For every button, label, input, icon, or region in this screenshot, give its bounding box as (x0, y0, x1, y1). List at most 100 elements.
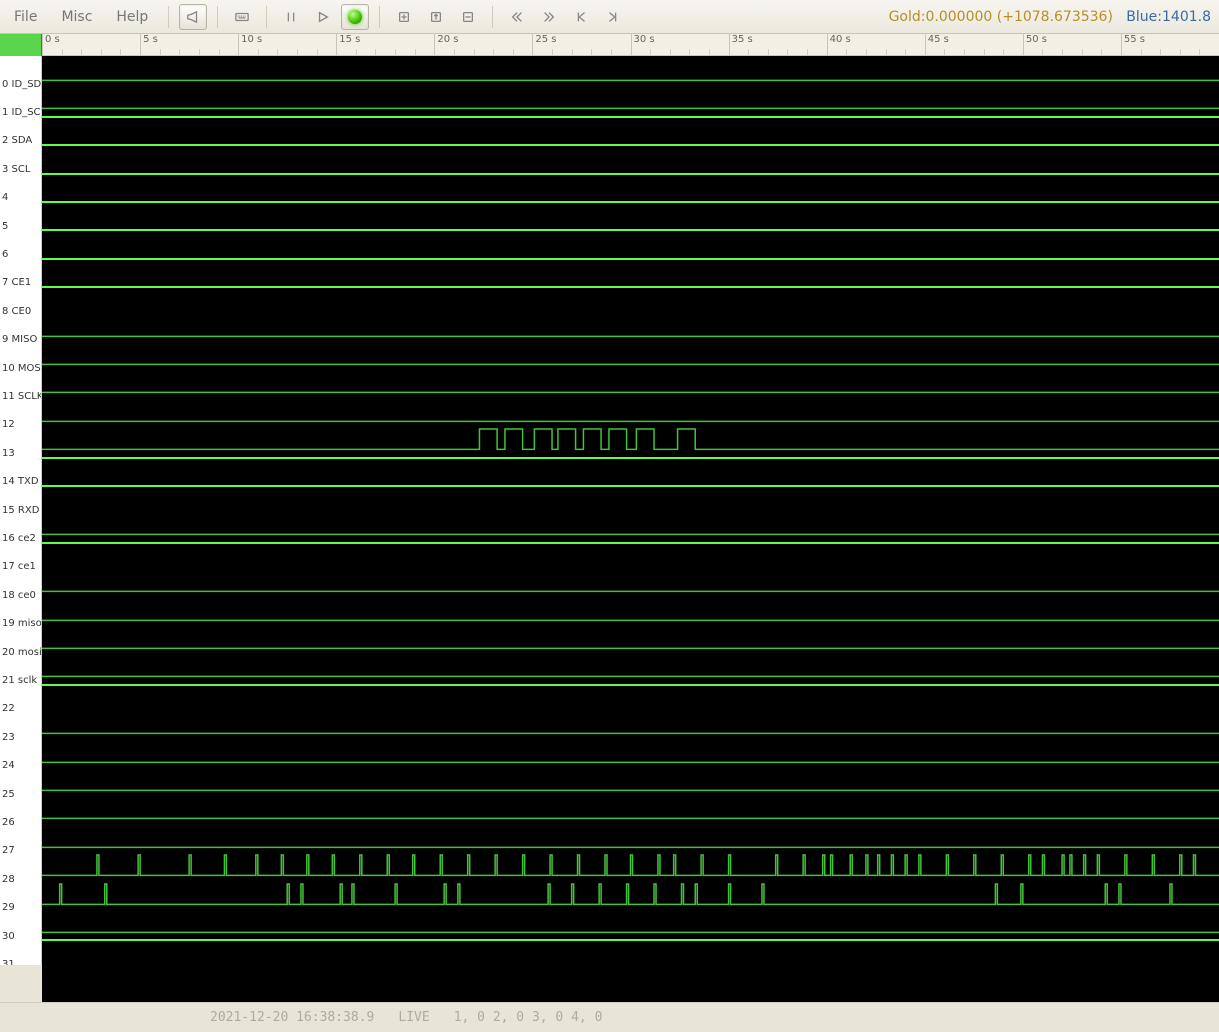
channel-label[interactable]: 12 (0, 411, 17, 439)
waveform-row (42, 652, 1219, 680)
channel-label[interactable]: 14 TXD (0, 468, 41, 496)
blue-label: Blue: (1126, 9, 1162, 25)
waveform-row (42, 510, 1219, 538)
time-ruler[interactable]: 0 s5 s10 s15 s20 s25 s30 s35 s40 s45 s50… (42, 34, 1219, 56)
channel-label[interactable]: 31 (0, 950, 17, 964)
waveform-row (42, 596, 1219, 624)
toolbar-separator (266, 6, 267, 28)
toolbar-separator (217, 6, 218, 28)
waveform-row (42, 198, 1219, 226)
channel-label[interactable]: 10 MOSI (0, 354, 42, 382)
channel-label[interactable]: 9 MISO (0, 326, 39, 354)
zoom-fit-icon (461, 10, 475, 24)
channel-label[interactable]: 7 CE1 (0, 269, 33, 297)
seek-forward-button[interactable] (535, 4, 563, 30)
channel-label[interactable]: 1 ID_SC (0, 98, 42, 126)
gold-value: 0.000000 (925, 9, 992, 25)
channel-label[interactable]: 0 ID_SD (0, 70, 42, 98)
channel-label[interactable]: 26 (0, 808, 17, 836)
capture-button[interactable] (179, 4, 207, 30)
channel-label[interactable]: 13 (0, 439, 17, 467)
channel-label[interactable]: 30 (0, 922, 17, 950)
waveform-row (42, 936, 1219, 964)
channel-label[interactable]: 25 (0, 780, 17, 808)
pause-button[interactable] (277, 4, 305, 30)
channel-label[interactable]: 23 (0, 723, 17, 751)
menu-misc[interactable]: Misc (51, 5, 102, 29)
channel-label[interactable]: 2 SDA (0, 127, 34, 155)
waveform-row (42, 709, 1219, 737)
channel-label[interactable]: 5 (0, 212, 10, 240)
channel-label[interactable]: 11 SCLK (0, 382, 42, 410)
waveform-row (42, 170, 1219, 198)
channel-label[interactable]: 17 ce1 (0, 553, 38, 581)
channel-label[interactable]: 20 mosi (0, 638, 42, 666)
waveform-row (42, 141, 1219, 169)
waveform-row (42, 368, 1219, 396)
channel-label[interactable]: 8 CE0 (0, 297, 33, 325)
waveform-row (42, 482, 1219, 510)
channel-label[interactable]: 19 miso (0, 610, 42, 638)
channel-label[interactable]: 15 RXD (0, 496, 41, 524)
waveform-row (42, 340, 1219, 368)
waveform-row (42, 454, 1219, 482)
play-button[interactable] (309, 4, 337, 30)
waveform-row (42, 908, 1219, 936)
channel-label[interactable]: 16 ce2 (0, 524, 38, 552)
status-modes-list: 1, 0 2, 0 3, 0 4, 0 (454, 1010, 603, 1025)
menu-file[interactable]: File (4, 5, 47, 29)
goto-end-button[interactable] (599, 4, 627, 30)
waveform-row (42, 681, 1219, 709)
waveform-row (42, 823, 1219, 851)
cursor-readout: Gold:0.000000 (+1078.673536) Blue:1401.8 (889, 9, 1215, 25)
channel-label[interactable]: 3 SCL (0, 155, 32, 183)
waveform-row (42, 567, 1219, 595)
gold-cursor-marker[interactable] (0, 34, 42, 56)
channel-label[interactable]: 18 ce0 (0, 581, 38, 609)
double-chevron-right-icon (542, 10, 556, 24)
waveform-row (42, 255, 1219, 283)
seek-back-button[interactable] (503, 4, 531, 30)
channel-label-column: 0 ID_SD1 ID_SC2 SDA3 SCL4567 CE18 CE09 M… (0, 56, 42, 965)
waveform-viewport[interactable] (42, 56, 1219, 1002)
zoom-in-button[interactable] (390, 4, 418, 30)
goto-start-button[interactable] (567, 4, 595, 30)
channel-label[interactable]: 22 (0, 695, 17, 723)
zoom-out-button[interactable] (422, 4, 450, 30)
toolbar-separator (492, 6, 493, 28)
zoom-in-icon (397, 10, 411, 24)
channel-label[interactable]: 27 (0, 837, 17, 865)
toolbar-separator (379, 6, 380, 28)
record-button[interactable] (341, 4, 369, 30)
channel-label[interactable]: 21 sclk (0, 666, 39, 694)
blue-value: 1401.8 (1162, 9, 1211, 25)
waveform-row (42, 312, 1219, 340)
pause-icon (284, 10, 298, 24)
menu-help[interactable]: Help (106, 5, 158, 29)
status-timestamp: 2021-12-20 16:38:38.9 (210, 1010, 374, 1025)
status-bar: 2021-12-20 16:38:38.9 LIVE 1, 0 2, 0 3, … (0, 1002, 1219, 1032)
waveform-row (42, 766, 1219, 794)
keyboard-icon (235, 10, 249, 24)
keyboard-button[interactable] (228, 4, 256, 30)
status-mode: LIVE (398, 1010, 429, 1025)
waveform-row (42, 56, 1219, 84)
skip-end-icon (606, 10, 620, 24)
play-icon (316, 10, 330, 24)
toolbar-separator (168, 6, 169, 28)
waveform-row (42, 425, 1219, 453)
double-chevron-left-icon (510, 10, 524, 24)
zoom-fit-button[interactable] (454, 4, 482, 30)
waveform-row (42, 226, 1219, 254)
waveform-row (42, 113, 1219, 141)
channel-label[interactable]: 24 (0, 752, 17, 780)
waveform-row (42, 539, 1219, 567)
channel-label[interactable]: 28 (0, 865, 17, 893)
waveform-row (42, 397, 1219, 425)
channel-label[interactable]: 6 (0, 240, 10, 268)
waveform-row (42, 624, 1219, 652)
waveform-row (42, 84, 1219, 112)
channel-label[interactable]: 4 (0, 184, 10, 212)
channel-label[interactable]: 29 (0, 894, 17, 922)
ruler-tick: 5 s (140, 34, 158, 55)
